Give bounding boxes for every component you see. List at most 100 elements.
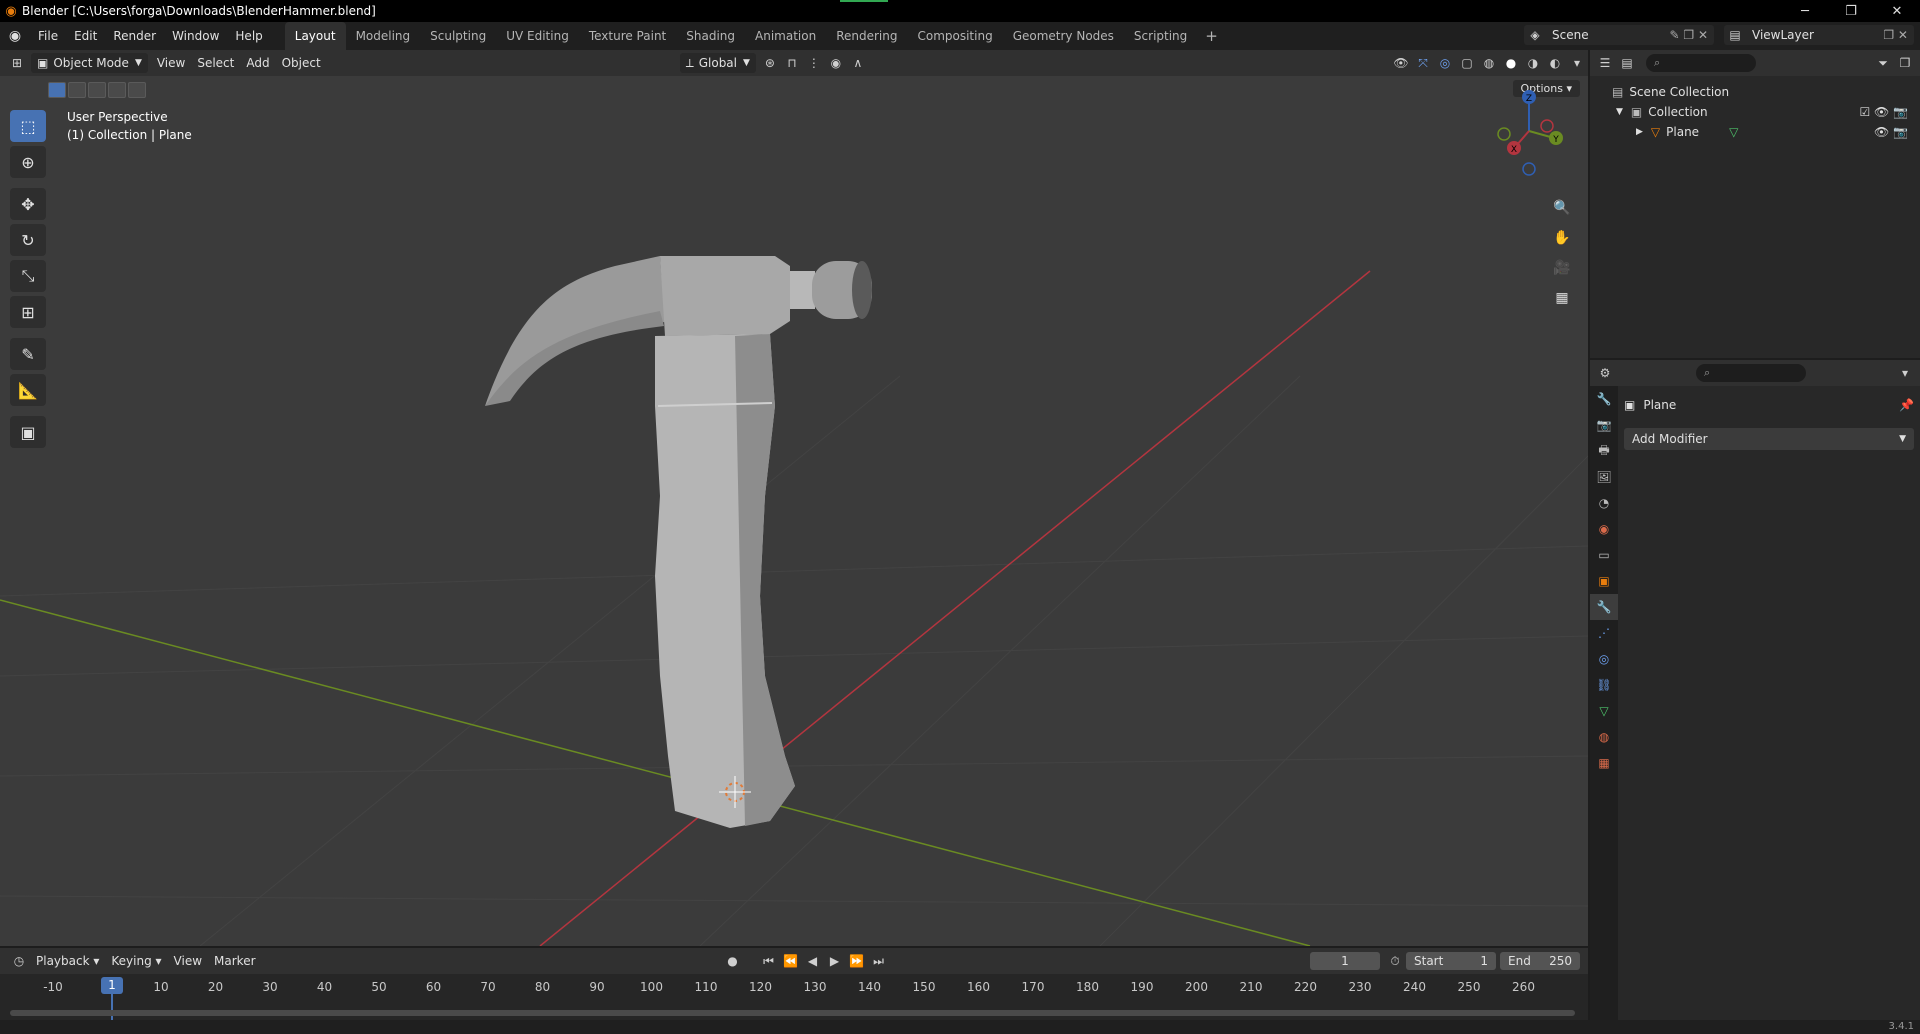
render-tab-icon[interactable]: 📷 (1590, 412, 1618, 438)
select-invert-icon[interactable] (108, 82, 126, 98)
annotate-tool[interactable]: ✎ (10, 338, 46, 370)
timeline[interactable]: -10 10 20 30 40 50 60 70 80 90 100 110 120 130 140 150 1… (0, 974, 1588, 1024)
record-icon[interactable]: ● (722, 951, 744, 971)
tab-scripting[interactable]: Scripting (1124, 22, 1197, 50)
selection-modes[interactable] (48, 82, 146, 98)
add-modifier-button[interactable]: Add Modifier ▼ (1624, 428, 1914, 450)
menu-help[interactable]: Help (227, 22, 270, 50)
navigation-gizmo[interactable]: Z Y X (1484, 86, 1574, 176)
select-box-tool[interactable]: ⬚ (10, 110, 46, 142)
next-keyframe-icon[interactable]: ⏩ (846, 951, 868, 971)
current-frame-field[interactable]: 1 (1310, 952, 1380, 970)
grid-ortho-icon[interactable]: ▦ (1548, 284, 1576, 312)
tab-sculpting[interactable]: Sculpting (420, 22, 496, 50)
menu-marker[interactable]: Marker (208, 951, 261, 971)
menu-view[interactable]: View (151, 53, 191, 73)
object-tab-icon[interactable]: ▣ (1590, 568, 1618, 594)
modifier-tab-icon[interactable]: 🔧 (1590, 594, 1618, 620)
menu-add[interactable]: Add (240, 53, 275, 73)
stopwatch-icon[interactable]: ⏱ (1384, 951, 1406, 971)
measure-tool[interactable]: 📐 (10, 374, 46, 406)
physics-tab-icon[interactable]: ◎ (1590, 646, 1618, 672)
menu-select[interactable]: Select (191, 53, 240, 73)
object-visibility-icons[interactable]: 👁 📷 (1874, 125, 1908, 139)
tab-uv-editing[interactable]: UV Editing (496, 22, 579, 50)
xray-icon[interactable]: ▢ (1456, 53, 1478, 73)
timeline-editor-icon[interactable]: ◷ (8, 951, 30, 971)
scene-tab-icon[interactable]: ◔ (1590, 490, 1618, 516)
tool-tab-icon[interactable]: 🔧 (1590, 386, 1618, 412)
transform-tool[interactable]: ⊞ (10, 296, 46, 328)
outliner-search-input[interactable]: ⌕ (1646, 54, 1756, 72)
tab-modeling[interactable]: Modeling (346, 22, 421, 50)
menu-file[interactable]: File (30, 22, 66, 50)
move-tool[interactable]: ✥ (10, 188, 46, 220)
visibility-icon[interactable]: 👁 (1390, 53, 1412, 73)
play-reverse-icon[interactable]: ◀ (802, 951, 824, 971)
menu-window[interactable]: Window (164, 22, 227, 50)
menu-edit[interactable]: Edit (66, 22, 105, 50)
menu-keying[interactable]: Keying ▾ (105, 951, 167, 971)
orientation-dropdown[interactable]: ⟂ Global ▼ (679, 53, 756, 73)
collection-visibility-icons[interactable]: ☑ 👁 📷 (1859, 105, 1908, 119)
jump-end-icon[interactable]: ⏭ (868, 951, 890, 971)
filter-icon[interactable]: ⏷ (1872, 53, 1894, 73)
pin-icon[interactable]: 📌 (1899, 398, 1914, 412)
falloff-icon[interactable]: ∧ (847, 53, 869, 73)
3d-viewport[interactable]: Options ▾ User Perspective (1) Collectio… (0, 76, 1588, 946)
cursor-tool[interactable]: ⊕ (10, 146, 46, 178)
world-tab-icon[interactable]: ◉ (1590, 516, 1618, 542)
tab-layout[interactable]: Layout (284, 22, 346, 50)
tab-animation[interactable]: Animation (745, 22, 826, 50)
scene-selector[interactable]: ◈ Scene ✎ ❐ ✕ (1524, 25, 1714, 45)
zoom-icon[interactable]: 🔍 (1548, 194, 1576, 222)
overlay-toggle-icon[interactable]: ◎ (1434, 53, 1456, 73)
add-workspace-button[interactable]: + (1197, 27, 1226, 45)
tab-rendering[interactable]: Rendering (826, 22, 907, 50)
select-intersect-icon[interactable] (128, 82, 146, 98)
add-cube-tool[interactable]: ▣ (10, 416, 46, 448)
select-subtract-icon[interactable] (88, 82, 106, 98)
pivot-icon[interactable]: ⊛ (759, 53, 781, 73)
tab-shading[interactable]: Shading (676, 22, 745, 50)
restore-button[interactable]: ❐ (1828, 0, 1874, 22)
close-button[interactable]: ✕ (1874, 0, 1920, 22)
menu-timeline-view[interactable]: View (168, 951, 208, 971)
view-layer-tab-icon[interactable]: 🖼 (1590, 464, 1618, 490)
outliner-editor-icon[interactable]: ☰ (1594, 53, 1616, 73)
editor-type-icon[interactable]: ⊞ (6, 53, 28, 73)
viewlayer-selector[interactable]: ▤ ViewLayer ❐ ✕ (1724, 25, 1914, 45)
display-mode-icon[interactable]: ▤ (1616, 53, 1638, 73)
outliner-collection[interactable]: ▼ ▣ Collection ☑ 👁 📷 (1590, 102, 1920, 122)
expand-arrow-icon[interactable]: ▼ (1616, 107, 1623, 117)
data-tab-icon[interactable]: ▽ (1590, 698, 1618, 724)
outliner-plane[interactable]: ▶ ▽ Plane ▽ 👁 📷 (1590, 122, 1920, 142)
tab-geometry-nodes[interactable]: Geometry Nodes (1003, 22, 1124, 50)
start-frame-field[interactable]: Start 1 (1406, 952, 1496, 970)
jump-start-icon[interactable]: ⏮ (758, 951, 780, 971)
select-extend-icon[interactable] (68, 82, 86, 98)
scene-pin-icon[interactable]: ✎ ❐ ✕ (1670, 28, 1715, 42)
outliner-scene-collection[interactable]: ▤ Scene Collection (1590, 82, 1920, 102)
output-tab-icon[interactable]: 🖶 (1590, 438, 1618, 464)
collection-tab-icon[interactable]: ▭ (1590, 542, 1618, 568)
gizmo-toggle-icon[interactable]: ⤧ (1412, 53, 1434, 73)
viewlayer-actions-icon[interactable]: ❐ ✕ (1883, 28, 1914, 42)
snap-target-icon[interactable]: ⋮ (803, 53, 825, 73)
material-tab-icon[interactable]: ◍ (1590, 724, 1618, 750)
tab-compositing[interactable]: Compositing (907, 22, 1002, 50)
rendered-shading-icon[interactable]: ◐ (1544, 53, 1566, 73)
menu-playback[interactable]: Playback ▾ (30, 951, 105, 971)
texture-tab-icon[interactable]: ▦ (1590, 750, 1618, 776)
tab-texture-paint[interactable]: Texture Paint (579, 22, 676, 50)
end-frame-field[interactable]: End 250 (1500, 952, 1580, 970)
new-collection-icon[interactable]: ❐ (1894, 53, 1916, 73)
properties-editor-icon[interactable]: ⚙ (1594, 363, 1616, 383)
menu-render[interactable]: Render (105, 22, 164, 50)
timeline-ruler[interactable]: -10 10 20 30 40 50 60 70 80 90 100 110 120 130 140 150 1… (0, 978, 1588, 998)
menu-object[interactable]: Object (276, 53, 327, 73)
constraints-tab-icon[interactable]: ⛓ (1590, 672, 1618, 698)
chevron-down-icon[interactable]: ▾ (1894, 363, 1916, 383)
proportional-edit-icon[interactable]: ◉ (825, 53, 847, 73)
minimize-button[interactable]: ─ (1782, 0, 1828, 22)
